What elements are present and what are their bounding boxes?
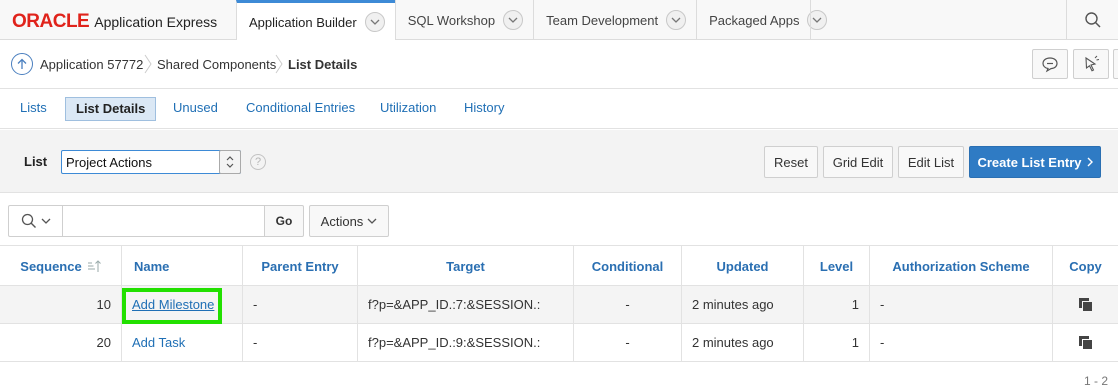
tab-divider [810,0,811,40]
list-toolbar: List Project Actions ? Reset Grid Edit E… [0,130,1118,193]
global-search-button[interactable] [1066,0,1118,40]
go-button[interactable]: Go [264,205,304,237]
developer-toolbar-button[interactable] [1073,49,1109,79]
table-row: 20 Add Task - f?p=&APP_ID.:9:&SESSION.: … [0,324,1118,362]
column-header-parent-entry[interactable]: Parent Entry [242,246,357,286]
breadcrumb: Application 57772 Shared Components List… [0,40,1118,89]
chevron-right-icon [144,54,152,74]
copy-icon[interactable] [1078,335,1094,351]
cell-conditional: - [573,324,681,361]
pagination-info: 1 - 2 [1083,374,1108,388]
search-icon [21,213,36,228]
oracle-wordmark: ORACLE [12,11,90,32]
cell-target: f?p=&APP_ID.:9:&SESSION.: [357,324,573,361]
top-tabs: Application Builder SQL Workshop Team De… [236,0,837,41]
breadcrumb-shared-components[interactable]: Shared Components [157,40,276,88]
comment-icon [1042,57,1058,73]
tab-utilization[interactable]: Utilization [370,97,446,121]
chevron-down-icon[interactable] [666,10,687,30]
sort-ascending-icon [87,260,101,272]
column-header-label: Sequence [20,258,82,274]
edit-list-button[interactable]: Edit List [898,146,964,178]
page-tabs: Lists List Details Unused Conditional En… [0,89,1118,129]
tab-label: Application Builder [249,14,357,30]
cell-copy [1052,324,1118,361]
tab-history[interactable]: History [454,97,514,121]
column-header-level[interactable]: Level [803,246,869,286]
cell-level: 1 [803,324,869,361]
product-name: Application Express [94,14,218,30]
cell-parent-entry: - [242,324,357,361]
chevron-right-icon [1087,157,1093,167]
copy-icon[interactable] [1078,297,1094,313]
chevron-down-icon[interactable] [364,12,385,32]
cell-level: 1 [803,286,869,323]
column-header-target[interactable]: Target [357,246,573,286]
cell-updated: 2 minutes ago [681,324,803,361]
cell-authorization-scheme: - [869,286,1052,323]
tab-lists[interactable]: Lists [10,97,57,121]
reset-button[interactable]: Reset [764,146,818,178]
cell-authorization-scheme: - [869,324,1052,361]
chevron-right-icon [275,54,283,74]
column-header-authorization-scheme[interactable]: Authorization Scheme [869,246,1052,286]
cell-sequence: 20 [96,335,111,350]
tab-team-development[interactable]: Team Development [533,0,696,40]
cell-parent-entry: - [242,286,357,323]
actions-label: Actions [320,213,364,229]
chevron-down-icon [41,218,50,224]
more-button[interactable] [1113,49,1118,79]
column-header-copy: Copy [1052,246,1118,286]
search-icon [1084,12,1101,28]
cell-copy [1052,286,1118,323]
top-navigation: ORACLE Application Express Application B… [0,0,1118,41]
tab-application-builder[interactable]: Application Builder [236,0,395,41]
table-header: Sequence Name Parent Entry Target Condit… [0,245,1118,286]
column-header-updated[interactable]: Updated [681,246,803,286]
column-header-conditional[interactable]: Conditional [573,246,681,286]
column-header-name[interactable]: Name [121,246,242,286]
cursor-icon [1085,55,1100,72]
column-header-sequence[interactable]: Sequence [0,246,121,286]
feedback-button[interactable] [1032,49,1068,79]
create-list-entry-label: Create List Entry [977,154,1082,170]
tab-list-details[interactable]: List Details [65,97,157,121]
chevron-down-icon[interactable] [503,10,524,30]
create-list-entry-button[interactable]: Create List Entry [969,146,1101,178]
tab-conditional-entries[interactable]: Conditional Entries [236,97,365,121]
chevron-down-icon [367,218,377,224]
search-input[interactable] [62,205,265,237]
cell-name: Add Task [121,324,242,361]
search-column-button[interactable] [8,205,63,237]
oracle-apex-logo[interactable]: ORACLE Application Express [12,11,217,33]
tab-label: Packaged Apps [709,12,800,28]
tab-label: SQL Workshop [407,12,496,28]
cell-sequence: 10 [96,297,111,312]
entry-link-add-task[interactable]: Add Task [132,335,185,350]
breadcrumb-application[interactable]: Application 57772 [40,40,143,88]
tab-label: Team Development [546,12,659,28]
report-search-bar: Go Actions [0,193,1118,245]
list-select-label: List [24,154,48,169]
breadcrumb-current: List Details [288,56,358,72]
up-arrow-icon[interactable] [11,53,33,75]
tab-packaged-apps[interactable]: Packaged Apps [696,0,837,40]
tab-unused[interactable]: Unused [163,97,228,121]
list-select[interactable]: Project Actions [61,150,241,174]
highlight-annotation [122,288,222,324]
list-select-value: Project Actions [66,155,152,170]
help-icon[interactable]: ? [250,154,266,170]
cell-updated: 2 minutes ago [681,286,803,323]
select-arrows-icon[interactable] [219,150,241,174]
cell-conditional: - [573,286,681,323]
cell-target: f?p=&APP_ID.:7:&SESSION.: [357,286,573,323]
grid-edit-button[interactable]: Grid Edit [823,146,893,178]
tab-sql-workshop[interactable]: SQL Workshop [394,0,533,40]
actions-menu-button[interactable]: Actions [309,205,389,237]
